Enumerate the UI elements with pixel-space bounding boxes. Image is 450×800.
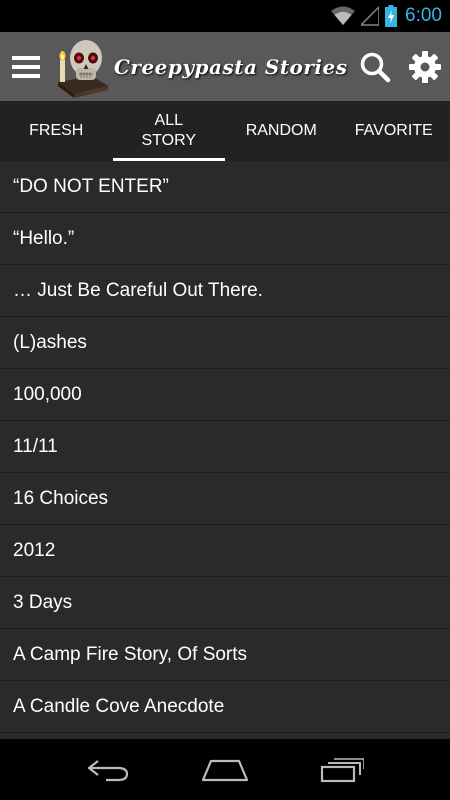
tab-label: RANDOM [245, 122, 317, 139]
story-list[interactable]: “DO NOT ENTER” “Hello.” … Just Be Carefu… [0, 161, 450, 739]
app-screen: 6:00 Creepypasta Stories FRESH ALL STORY… [0, 0, 450, 800]
tab-label: FAVORITE [354, 122, 433, 139]
battery-charging-icon [385, 5, 398, 27]
tab-fresh[interactable]: FRESH [0, 101, 113, 161]
tab-label: FRESH [29, 122, 84, 139]
list-item[interactable]: (L)ashes [0, 317, 450, 369]
clock: 6:00 [405, 5, 442, 26]
wifi-icon [331, 6, 356, 26]
list-item[interactable]: 3 Days [0, 577, 450, 629]
hamburger-menu-icon[interactable] [0, 32, 52, 101]
list-item[interactable]: A Candle Cove Anecdote [0, 681, 450, 733]
list-item[interactable]: 11/11 [0, 421, 450, 473]
list-item[interactable]: 100,000 [0, 369, 450, 421]
tab-bar: FRESH ALL STORY RANDOM FAVORITE [0, 101, 450, 161]
tab-favorite[interactable]: FAVORITE [338, 101, 450, 161]
list-item[interactable]: “Hello.” [0, 213, 450, 265]
navigation-bar [0, 739, 450, 800]
list-item[interactable]: “DO NOT ENTER” [0, 161, 450, 213]
recent-apps-icon[interactable] [312, 739, 372, 800]
tab-label: ALL STORY [141, 112, 197, 149]
back-icon[interactable] [78, 739, 138, 800]
list-item[interactable]: A Camp Fire Story, Of Sorts [0, 629, 450, 681]
list-item[interactable]: … Just Be Careful Out There. [0, 265, 450, 317]
status-bar: 6:00 [0, 0, 450, 32]
home-icon[interactable] [195, 739, 255, 800]
search-icon[interactable] [350, 32, 400, 101]
tab-all-story[interactable]: ALL STORY [112, 101, 226, 161]
skull-logo-icon [52, 32, 112, 101]
app-title: Creepypasta Stories [114, 54, 348, 79]
tab-random[interactable]: RANDOM [225, 101, 338, 161]
list-item[interactable]: 16 Choices [0, 473, 450, 525]
action-bar: Creepypasta Stories [0, 32, 450, 101]
signal-icon [361, 6, 380, 26]
list-item[interactable]: 2012 [0, 525, 450, 577]
gear-icon[interactable] [400, 32, 450, 101]
